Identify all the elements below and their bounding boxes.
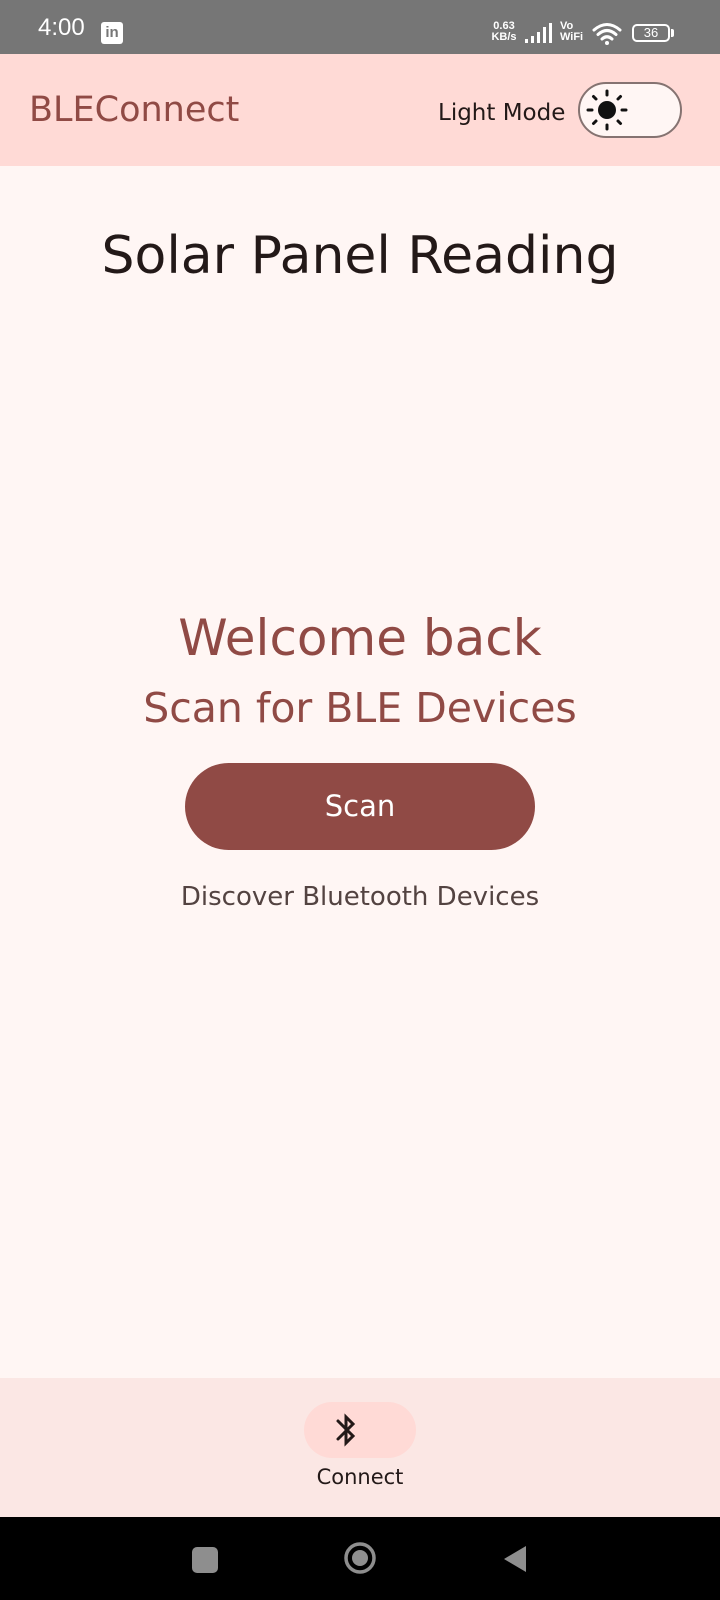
linkedin-icon: in [101,22,123,44]
welcome-heading: Welcome back [178,609,542,667]
back-button[interactable] [502,1544,528,1574]
signal-icon [525,23,552,43]
vowifi-bottom: WiFi [560,31,584,43]
network-speed-unit: KB/s [491,31,517,43]
bluetooth-icon [336,1413,356,1447]
sun-icon [586,89,628,131]
nav-active-indicator [304,1402,416,1458]
nav-item-connect[interactable]: Connect [290,1402,430,1498]
vowifi-indicator: Vo WiFi [560,21,588,43]
battery-icon: 36 [632,24,670,42]
status-time: 4:00 [38,14,85,41]
wifi-icon [592,23,622,45]
app-screen: 4:00 in 0.63 KB/s Vo WiFi 36 BLEConnect … [0,0,720,1600]
system-navigation-bar [0,1517,720,1600]
mode-label: Light Mode [438,100,566,126]
recents-button[interactable] [192,1547,218,1573]
battery-tip [671,29,674,37]
network-speed: 0.63 KB/s [488,21,520,43]
app-bar: BLEConnect Light Mode [0,54,720,166]
welcome-subheading: Scan for BLE Devices [143,684,577,732]
bottom-navigation: Connect [0,1378,720,1517]
nav-label-connect: Connect [316,1465,404,1489]
scan-caption: Discover Bluetooth Devices [180,882,540,912]
home-button[interactable] [343,1541,377,1575]
status-bar: 4:00 in 0.63 KB/s Vo WiFi 36 [0,0,720,54]
page-title: Solar Panel Reading [101,226,619,286]
app-title: BLEConnect [29,90,240,130]
scan-button[interactable]: Scan [185,763,535,850]
battery-level: 36 [643,25,659,40]
theme-mode-switch[interactable] [578,82,682,138]
